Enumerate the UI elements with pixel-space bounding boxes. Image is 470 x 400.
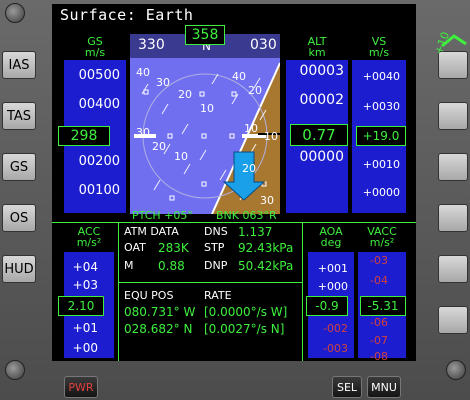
pitch-label: 20 [242, 162, 256, 175]
right-button-3[interactable] [438, 153, 468, 181]
vacc-tick: -07 [370, 334, 388, 347]
alt-readout: 0.77 [290, 124, 348, 146]
vacc-unit: m/s² [369, 236, 395, 249]
vs-tick: +0040 [362, 70, 400, 83]
dnp-label: DNP [204, 259, 228, 272]
mnu-label: MNU [371, 380, 397, 394]
os-button[interactable]: OS [2, 204, 36, 232]
divider-left [118, 222, 119, 361]
heading-readout: 358 [185, 25, 225, 45]
gs-tick: 00200 [78, 154, 120, 169]
rate-longitude: [0.0000°/s W] [204, 305, 288, 319]
pitch-label: 30 [156, 76, 170, 89]
aoa-readout: -0.9 [306, 296, 348, 316]
alt-unit: km [308, 46, 326, 59]
pitch-label: 30 [136, 126, 150, 139]
stp-label: STP [204, 241, 225, 254]
right-button-5[interactable] [438, 255, 468, 283]
acc-tick: +00 [72, 341, 98, 355]
alt-tick: 00002 [299, 92, 344, 108]
aoa-tick: +000 [317, 280, 348, 293]
rate-latitude: [0.0027°/s N] [204, 322, 285, 336]
pitch-label: 20 [152, 140, 166, 153]
dns-label: DNS [204, 225, 228, 238]
pos-longitude: 080.731° W [124, 305, 196, 319]
vacc-tick: -08 [370, 350, 388, 363]
heading-right: 030 [250, 37, 277, 53]
hud-button[interactable]: HUD [2, 255, 36, 283]
gs-tick: 00500 [78, 68, 120, 83]
mnu-button[interactable]: MNU [367, 376, 401, 398]
pwr-button[interactable]: PWR [64, 376, 98, 398]
pitch-label: 10 [200, 102, 214, 115]
alt-tick: 00000 [299, 149, 344, 165]
divider-horizontal [52, 222, 416, 223]
gs-button[interactable]: GS [2, 153, 36, 181]
dnp-value: 50.42kPa [238, 259, 294, 273]
gs-tick: 00400 [78, 97, 120, 112]
screw [446, 360, 466, 380]
pitch-label: 40 [136, 66, 150, 79]
stp-value: 92.43kPa [238, 241, 294, 255]
vs-tick: +0010 [362, 158, 400, 171]
vacc-tick: -04 [370, 274, 388, 287]
oat-label: OAT [124, 241, 146, 254]
alt-tick: 00003 [299, 63, 344, 79]
page-title: Surface: Earth [60, 6, 194, 24]
aoa-unit: deg [320, 236, 342, 249]
right-button-6[interactable] [438, 306, 468, 334]
pitch-label: 20 [178, 88, 192, 101]
right-button-4[interactable] [438, 204, 468, 232]
mach-label: M [124, 259, 134, 272]
aoa-tick: -003 [323, 342, 348, 355]
dns-value: 1.137 [238, 225, 273, 239]
vacc-tick: -06 [370, 316, 388, 329]
pitch-label: 30 [260, 194, 274, 207]
ias-button[interactable]: IAS [2, 51, 36, 79]
rate-header: RATE [204, 289, 232, 302]
gs-tick: 00100 [78, 183, 120, 198]
pos-header: EQU POS [124, 289, 174, 302]
acc-unit: m/s² [76, 236, 102, 249]
pitch-label: 10 [244, 122, 258, 135]
sel-label: SEL [336, 380, 358, 394]
vs-tick: +0030 [362, 100, 400, 113]
acc-tick: +04 [72, 260, 98, 274]
divider-right [302, 222, 303, 361]
right-button-2[interactable] [438, 102, 468, 130]
vs-tick: +0000 [362, 186, 400, 199]
tas-button[interactable]: TAS [2, 102, 36, 130]
bank-readout: BNK 063°R [216, 209, 277, 222]
pitch-label: 20 [248, 84, 262, 97]
aoa-tick: +001 [317, 262, 348, 275]
screw [5, 360, 25, 380]
vs-readout: +19.0 [356, 126, 406, 146]
screw [5, 3, 25, 23]
acc-readout: 2.10 [58, 296, 104, 316]
acc-tick: +01 [72, 321, 98, 335]
heading-left: 330 [138, 37, 165, 53]
mach-value: 0.88 [158, 259, 185, 273]
pitch-label: 10 [264, 130, 278, 143]
gs-unit: m/s [84, 46, 106, 59]
gs-readout: 298 [58, 126, 110, 146]
atm-header: ATM DATA [124, 225, 179, 238]
pwr-label: PWR [68, 380, 94, 394]
pitch-label: 10 [174, 150, 188, 163]
pitch-label: 40 [232, 70, 246, 83]
sel-button[interactable]: SEL [332, 376, 362, 398]
mfd-screen: Surface: Earth GS m/s 00500 00400 00200 … [52, 4, 416, 363]
vacc-readout: -5.31 [360, 296, 406, 316]
acc-tick: +03 [72, 278, 98, 292]
vs-unit: m/s [368, 46, 390, 59]
aoa-tick: -002 [323, 322, 348, 335]
oat-value: 283K [158, 241, 189, 255]
pos-latitude: 028.682° N [124, 322, 193, 336]
divider-mid [118, 282, 302, 283]
vacc-tick: -03 [370, 254, 388, 267]
pitch-readout: PTCH +05° [132, 209, 193, 222]
